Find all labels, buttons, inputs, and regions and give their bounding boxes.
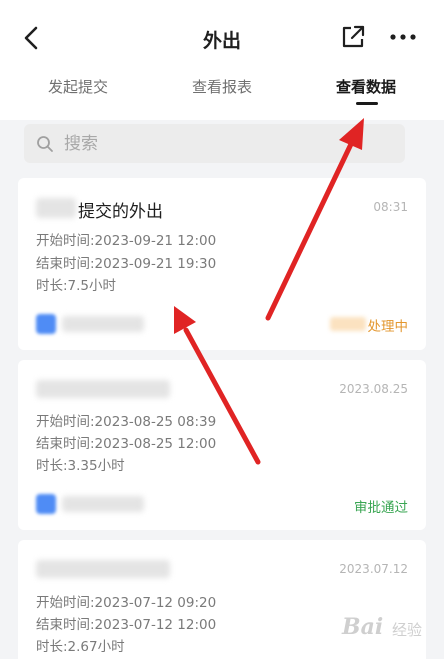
search-icon: [37, 136, 53, 152]
tab-bar: 发起提交 查看报表 查看数据: [0, 72, 444, 106]
record-time: 08:31: [373, 200, 408, 214]
tab-data[interactable]: 查看数据: [336, 76, 396, 97]
watermark-sub: 经验: [392, 621, 423, 639]
record-time: 2023.08.25: [339, 382, 408, 396]
baidu-watermark-logo: Bai 经验: [332, 606, 440, 650]
record-time: 2023.07.12: [339, 562, 408, 576]
start-time: 开始时间:2023-08-25 08:39: [36, 414, 217, 430]
duration: 时长:7.5小时: [36, 278, 117, 294]
avatar: [36, 314, 56, 334]
more-dots-icon[interactable]: [389, 27, 417, 47]
record-title: 提交的外出: [78, 202, 163, 222]
page-title: 外出: [202, 30, 241, 52]
blurred-approver: [62, 316, 144, 332]
status-badge: 审批通过: [354, 500, 408, 516]
blurred-status-prefix: [330, 317, 366, 331]
blurred-title: [36, 560, 170, 578]
start-time: 开始时间:2023-07-12 09:20: [36, 595, 217, 611]
start-time: 开始时间:2023-09-21 12:00: [36, 233, 217, 249]
end-time: 结束时间:2023-09-21 19:30: [36, 256, 217, 272]
active-tab-indicator: [356, 102, 378, 105]
search-input[interactable]: [64, 124, 384, 163]
list-item[interactable]: 提交的外出 08:31 开始时间:2023-09-21 12:00 结束时间:2…: [18, 178, 426, 350]
search-bar[interactable]: [24, 124, 405, 163]
external-share-icon[interactable]: [340, 24, 366, 50]
duration: 时长:3.35小时: [36, 458, 125, 474]
duration: 时长:2.67小时: [36, 639, 125, 655]
blurred-approver: [62, 496, 144, 512]
blurred-title: [36, 380, 170, 398]
watermark-text: Bai: [342, 614, 384, 640]
end-time: 结束时间:2023-07-12 12:00: [36, 617, 217, 633]
tab-report[interactable]: 查看报表: [192, 76, 252, 97]
tab-submit[interactable]: 发起提交: [48, 76, 108, 97]
end-time: 结束时间:2023-08-25 12:00: [36, 436, 217, 452]
app-header: 外出 发起提交 查看报表 查看数据: [0, 0, 444, 120]
list-item[interactable]: 2023.08.25 开始时间:2023-08-25 08:39 结束时间:20…: [18, 360, 426, 530]
status-badge: 处理中: [367, 319, 409, 335]
avatar: [36, 494, 56, 514]
blurred-name: [36, 198, 76, 218]
